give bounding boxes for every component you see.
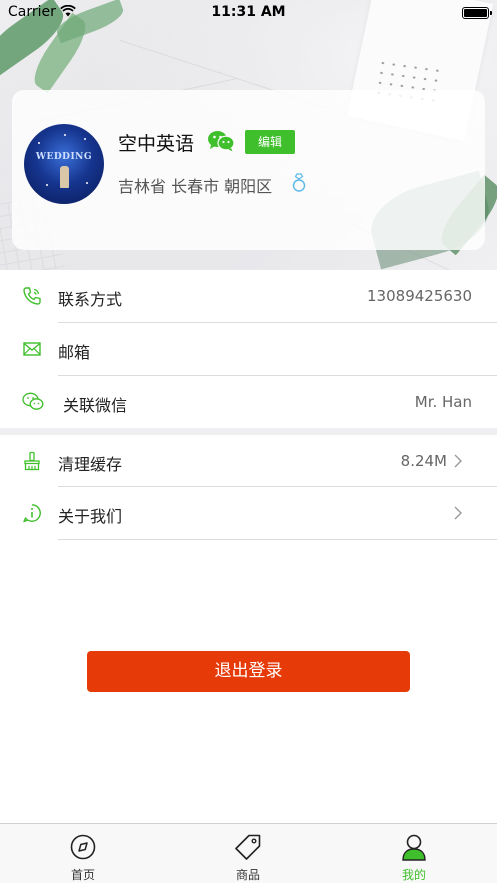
status-bar: Carrier 11:31 AM [0, 0, 497, 26]
tag-icon [235, 834, 261, 860]
chevron-right-icon [454, 454, 462, 468]
avatar[interactable]: WEDDING [24, 124, 104, 204]
tab-products[interactable]: 商品 [188, 824, 308, 883]
tab-label: 商品 [235, 868, 260, 882]
profile-card: WEDDING 空中英语 编辑 吉林省 长春市 朝阳区 [12, 90, 485, 250]
tab-bar: 首页 商品 我的 [0, 823, 497, 883]
tab-label: 首页 [70, 868, 95, 882]
mail-icon [23, 342, 41, 356]
ring-icon [292, 173, 306, 192]
section-separator [0, 428, 497, 435]
avatar-caption: WEDDING [35, 152, 93, 162]
row-label: 联系方式 [58, 290, 123, 309]
list-item-about-us[interactable]: 关于我们 [0, 487, 497, 540]
battery-icon [462, 7, 492, 19]
tab-home[interactable]: 首页 [23, 824, 143, 883]
tab-label: 我的 [401, 868, 426, 882]
row-label: 关联微信 [63, 396, 128, 415]
tab-mine[interactable]: 我的 [354, 824, 474, 883]
user-icon [402, 834, 426, 861]
row-label: 邮箱 [58, 343, 91, 362]
wechat-name: Mr. Han [414, 393, 472, 411]
user-name: 空中英语 [118, 133, 195, 155]
chevron-right-icon [454, 506, 462, 520]
clock: 11:31 AM [211, 4, 286, 20]
row-label: 关于我们 [58, 507, 123, 526]
compass-icon [70, 834, 96, 860]
user-location: 吉林省 长春市 朝阳区 [118, 177, 273, 196]
phone-number: 13089425630 [367, 287, 472, 305]
logout-button[interactable]: 退出登录 [87, 651, 410, 692]
brush-icon [24, 451, 40, 471]
avatar-figure [60, 166, 69, 188]
phone-icon [23, 287, 41, 305]
list-item-email[interactable]: 邮箱 [0, 323, 497, 376]
list-item-contact[interactable]: 联系方式 13089425630 [0, 270, 497, 323]
divider [58, 539, 497, 540]
wechat-icon [22, 392, 44, 410]
info-icon [23, 504, 41, 523]
list-item-wechat[interactable]: 关联微信 Mr. Han [0, 376, 497, 429]
list-item-clear-cache[interactable]: 清理缓存 8.24M [0, 435, 497, 488]
wechat-icon [208, 131, 235, 152]
cache-size: 8.24M [400, 452, 447, 470]
edit-profile-button[interactable]: 编辑 [245, 130, 295, 154]
row-label: 清理缓存 [58, 455, 123, 474]
